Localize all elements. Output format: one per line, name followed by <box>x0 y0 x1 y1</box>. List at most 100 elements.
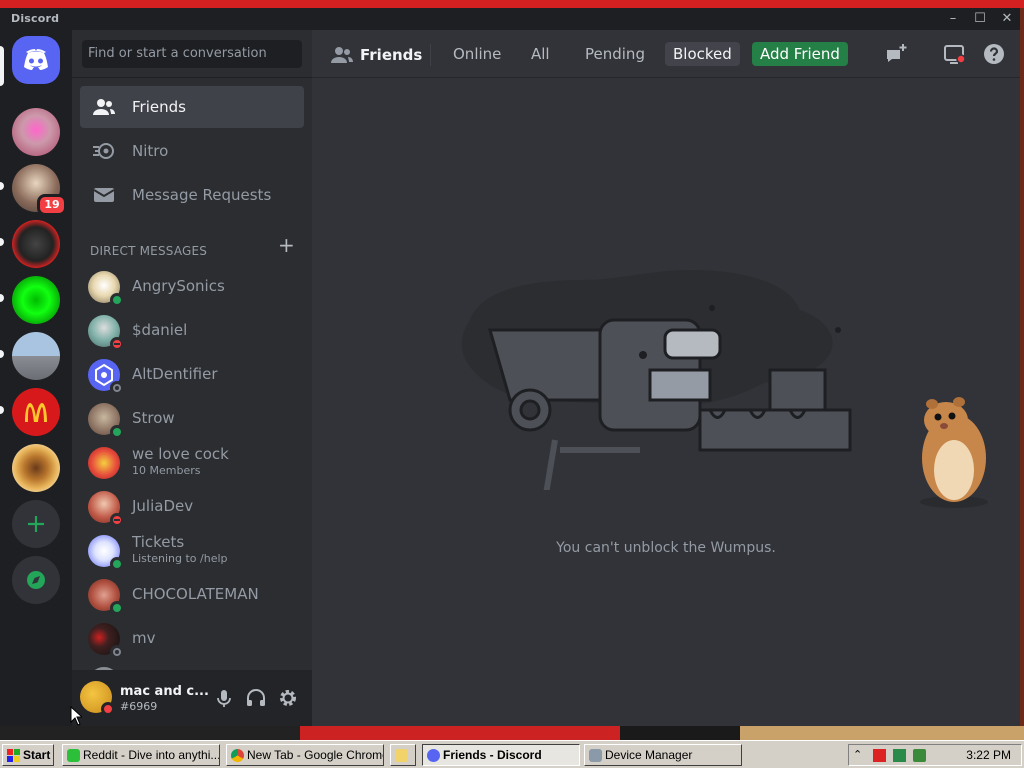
user-tag: #6969 <box>120 700 158 713</box>
dm-item-altdentifier[interactable]: AltDentifier <box>80 354 304 396</box>
toolbar-divider <box>430 44 431 66</box>
dm-item-tickets[interactable]: Tickets Listening to /help <box>80 530 304 572</box>
new-group-dm-icon[interactable] <box>884 42 908 66</box>
home-button[interactable] <box>12 36 60 84</box>
friends-icon <box>93 99 115 115</box>
status-online-icon <box>110 425 124 439</box>
tab-online[interactable]: Online <box>445 42 509 66</box>
server-icon-building[interactable] <box>12 332 60 380</box>
tab-pending[interactable]: Pending <box>577 42 653 66</box>
unread-pill <box>0 406 4 414</box>
search-bar-container: Find or start a conversation <box>72 30 312 78</box>
start-label: Start <box>23 748 51 762</box>
taskbar-item-reddit[interactable]: Reddit - Dive into anythi... <box>62 744 220 766</box>
dm-name: mv <box>132 629 156 647</box>
dm-item-juliadev[interactable]: JuliaDev <box>80 486 304 528</box>
plus-icon <box>28 516 44 532</box>
dm-item-mv[interactable]: mv <box>80 618 304 660</box>
dm-name: JuliaDev <box>132 497 194 515</box>
direct-messages-header: DIRECT MESSAGES <box>90 244 208 258</box>
dm-name: Tickets <box>132 533 185 551</box>
dm-item-strow[interactable]: Strow <box>80 398 304 440</box>
nav-item-nitro[interactable]: Nitro <box>80 130 304 172</box>
nav-item-label: Friends <box>132 98 186 116</box>
tray-expand-icon[interactable]: ⌃ <box>853 748 866 761</box>
friends-toolbar: Friends Online All Pending Blocked Add F… <box>312 30 1020 78</box>
app-title: Discord <box>11 12 60 25</box>
find-conversation-button[interactable]: Find or start a conversation <box>82 40 302 68</box>
empty-state-message: You can't unblock the Wumpus. <box>556 540 776 556</box>
explore-servers-button[interactable] <box>12 556 60 604</box>
chrome-icon <box>231 749 244 762</box>
tab-blocked[interactable]: Blocked <box>665 42 740 66</box>
device-manager-icon <box>589 749 602 762</box>
desktop-bottom-strip <box>0 726 1024 740</box>
server-icon-burger[interactable] <box>12 444 60 492</box>
server-rail: 19 <box>0 30 72 726</box>
taskbar-item-label: Friends - Discord <box>443 748 542 762</box>
server-icon-trollface[interactable] <box>12 276 60 324</box>
nav-item-friends[interactable]: Friends <box>80 86 304 128</box>
add-server-button[interactable] <box>12 500 60 548</box>
minimize-icon[interactable]: – <box>941 10 965 28</box>
close-icon[interactable]: ✕ <box>995 10 1019 28</box>
username: mac and c... <box>120 684 209 699</box>
inbox-icon[interactable] <box>942 42 966 66</box>
friends-icon <box>331 47 353 63</box>
mouse-cursor-icon <box>70 706 82 726</box>
taskbar-item-chrome[interactable]: New Tab - Google Chrome <box>226 744 384 766</box>
help-icon[interactable] <box>982 42 1006 66</box>
status-online-icon <box>110 601 124 615</box>
status-online-icon <box>110 293 124 307</box>
dm-item-group-chat[interactable]: we love cock 10 Members <box>80 442 304 484</box>
server-icon-3[interactable] <box>12 220 60 268</box>
dm-item-chocolateman[interactable]: CHOCOLATEMAN <box>80 574 304 616</box>
tab-all[interactable]: All <box>523 42 558 66</box>
compass-icon <box>27 571 45 589</box>
volume-icon[interactable] <box>913 749 926 762</box>
unread-pill <box>0 350 4 358</box>
discord-window: Discord – ☐ ✕ 19 Find or start a convers… <box>0 8 1020 726</box>
dm-item-angrysonics[interactable]: AngrySonics <box>80 266 304 308</box>
nav-item-label: Message Requests <box>132 186 272 204</box>
unread-pill <box>0 294 4 302</box>
taskbar-item-label: New Tab - Google Chrome <box>247 748 384 762</box>
status-dnd-icon <box>110 513 124 527</box>
dm-activity: Listening to /help <box>132 552 228 565</box>
user-panel: mac and c... #6969 <box>72 670 312 726</box>
dm-name: AltDentifier <box>132 365 218 383</box>
friends-header: Friends <box>330 44 430 66</box>
wumpus-blocked-illustration <box>461 270 852 490</box>
create-dm-plus-icon[interactable]: + <box>278 235 295 255</box>
server-icon-1[interactable] <box>12 108 60 156</box>
status-offline-icon <box>110 381 124 395</box>
microphone-icon[interactable] <box>213 687 235 709</box>
network-icon[interactable] <box>893 749 906 762</box>
taskbar-item-device-manager[interactable]: Device Manager <box>584 744 742 766</box>
avatar <box>88 447 120 479</box>
windows-logo-icon <box>7 749 20 762</box>
taskbar-item-label: Reddit - Dive into anythi... <box>83 748 220 762</box>
settings-gear-icon[interactable] <box>277 687 299 709</box>
action-center-flag-icon[interactable] <box>873 749 886 762</box>
status-dnd-icon <box>110 337 124 351</box>
headphones-icon[interactable] <box>245 687 267 709</box>
nav-item-message-requests[interactable]: Message Requests <box>80 174 304 216</box>
title-bar: Discord – ☐ ✕ <box>0 8 1020 30</box>
maximize-icon[interactable]: ☐ <box>968 10 992 28</box>
start-button[interactable]: Start <box>2 744 54 766</box>
desktop-red-strip <box>0 0 1024 8</box>
dm-member-count: 10 Members <box>132 464 201 477</box>
page-title: Friends <box>360 46 423 64</box>
dm-name: we love cock <box>132 445 229 463</box>
add-friend-button[interactable]: Add Friend <box>752 42 848 66</box>
taskbar-item-discord[interactable]: Friends - Discord <box>422 744 580 766</box>
server-icon-mcdonalds[interactable] <box>12 388 60 436</box>
folder-icon <box>395 749 408 762</box>
status-dnd-icon <box>101 702 115 716</box>
dm-name: $daniel <box>132 321 188 339</box>
hamster-sticker <box>920 397 988 508</box>
status-online-icon <box>110 557 124 571</box>
dm-item-daniel[interactable]: $daniel <box>80 310 304 352</box>
taskbar-item-folder[interactable] <box>390 744 416 766</box>
